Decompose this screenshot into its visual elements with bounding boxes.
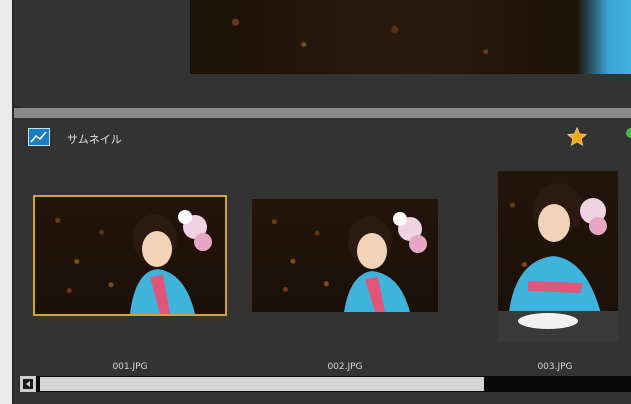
panel-splitter[interactable] bbox=[14, 108, 631, 118]
window-edge bbox=[0, 0, 12, 404]
thumbnail-002[interactable] bbox=[252, 199, 438, 312]
horizontal-scrollbar[interactable] bbox=[20, 376, 631, 392]
preview-image bbox=[190, 0, 631, 74]
thumbnail-filename: 002.JPG bbox=[327, 362, 363, 372]
status-indicator bbox=[626, 128, 631, 138]
scrollbar-thumb[interactable] bbox=[40, 377, 484, 391]
scroll-left-arrow-icon[interactable] bbox=[20, 376, 36, 392]
thumbnail-001[interactable] bbox=[33, 195, 227, 316]
thumbnail-filename: 003.JPG bbox=[537, 362, 573, 372]
star-icon[interactable] bbox=[566, 126, 588, 148]
thumbnail-filename: 001.JPG bbox=[112, 362, 148, 372]
thumbnail-003[interactable] bbox=[498, 171, 618, 341]
thumbnail-view-icon bbox=[28, 128, 50, 146]
thumbnail-panel-header: サムネイル bbox=[14, 124, 631, 152]
panel-title: サムネイル bbox=[67, 133, 122, 146]
preview-panel bbox=[14, 0, 631, 108]
